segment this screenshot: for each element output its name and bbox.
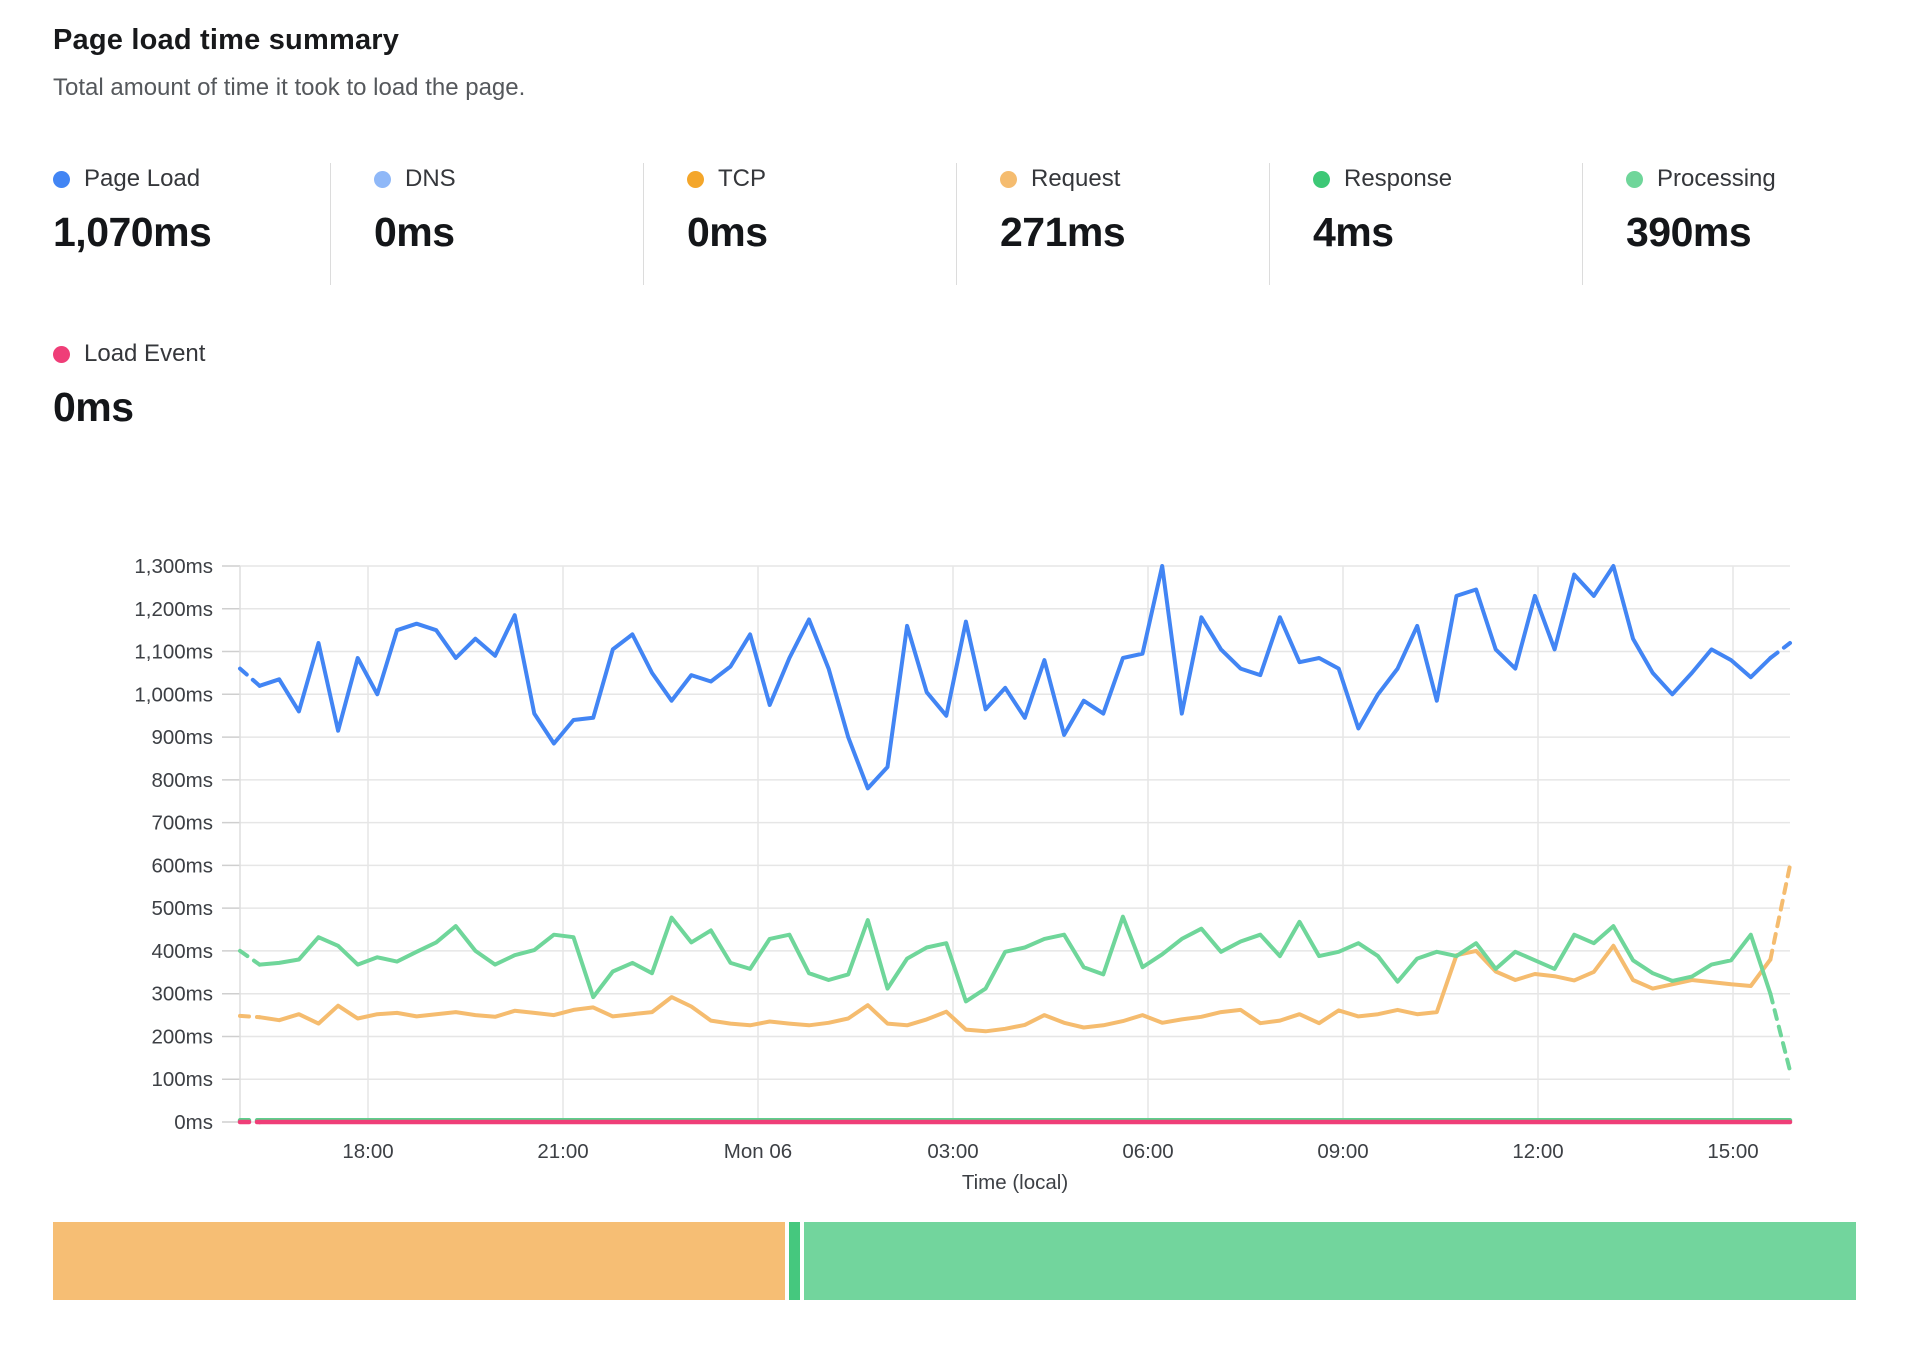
legend-metrics-row: Page Load 1,070ms DNS 0ms TCP 0ms Request 271ms… [53,163,1895,285]
series-line-page-load-projected-start [240,669,260,686]
legend-metric-value: 4ms [1313,209,1582,256]
header: Page load time summary Total amount of t… [53,24,525,102]
breakdown-bar-segment-response[interactable] [789,1222,800,1300]
legend-metric-label: TCP [718,165,766,193]
legend-metric-label: Response [1344,165,1452,193]
series-line-processing-projected-start [240,951,260,965]
y-axis-tick-label: 500ms [151,897,213,920]
legend-metric-label: Request [1031,165,1120,193]
legend-color-dot [374,171,391,188]
y-axis-tick-label: 900ms [151,726,213,749]
legend-color-dot [687,171,704,188]
y-axis-tick-label: 1,200ms [134,598,213,621]
page-load-time-summary-panel: Page load time summary Total amount of t… [0,0,1910,1352]
y-axis-tick-label: 600ms [151,854,213,877]
legend-metric-tcp[interactable]: TCP 0ms [643,163,956,285]
page-title: Page load time summary [53,24,525,57]
y-axis-tick-label: 1,000ms [134,683,213,706]
legend-metric-label: Load Event [84,340,205,368]
legend-metric-value: 0ms [374,209,643,256]
legend-metric-processing[interactable]: Processing 390ms [1582,163,1895,285]
legend-metric-response[interactable]: Response 4ms [1269,163,1582,285]
legend-color-dot [53,346,70,363]
series-line-processing [260,917,1771,1002]
x-axis-tick-label: 03:00 [927,1140,978,1163]
x-axis-title: Time (local) [962,1171,1068,1194]
y-axis-tick-label: 800ms [151,769,213,792]
legend-color-dot [1000,171,1017,188]
x-axis-tick-label: 12:00 [1512,1140,1563,1163]
page-subtitle: Total amount of time it took to load the… [53,74,525,102]
legend-metric-label: DNS [405,165,456,193]
y-axis-tick-label: 400ms [151,940,213,963]
x-axis-tick-label: 06:00 [1122,1140,1173,1163]
legend-metric-value: 390ms [1626,209,1895,256]
y-axis-tick-label: 1,300ms [134,555,213,578]
legend-metric-label: Page Load [84,165,200,193]
legend-metric-dns[interactable]: DNS 0ms [330,163,643,285]
legend-metric-value: 271ms [1000,209,1269,256]
legend-color-dot [1313,171,1330,188]
y-axis-tick-label: 1,100ms [134,641,213,664]
y-axis-tick-label: 700ms [151,812,213,835]
series-line-page-load [260,566,1771,788]
series-line-page-load-projected-end [1770,643,1790,658]
x-axis-tick-label: 21:00 [537,1140,588,1163]
y-axis-tick-label: 0ms [174,1111,213,1134]
legend-color-dot [53,171,70,188]
series-line-request-projected-end [1770,865,1790,959]
series-line-processing-projected-end [1770,994,1790,1071]
legend-color-dot [1626,171,1643,188]
series-line-request-projected-start [240,1016,260,1017]
y-axis-tick-label: 300ms [151,983,213,1006]
breakdown-bar-segment-request[interactable] [53,1222,785,1300]
legend-metric-label: Processing [1657,165,1776,193]
breakdown-bar-segment-processing[interactable] [804,1222,1856,1300]
page-load-time-chart[interactable]: 0ms 100ms 200ms 300ms 400ms 500ms 600ms 700ms 80… [0,430,1910,1220]
x-axis-tick-label: 09:00 [1317,1140,1368,1163]
legend-metric-page-load[interactable]: Page Load 1,070ms [53,163,330,285]
legend-metric-load-event[interactable]: Load Event 0ms [53,338,205,431]
y-axis-tick-label: 200ms [151,1025,213,1048]
legend-metric-request[interactable]: Request 271ms [956,163,1269,285]
legend-metric-value: 1,070ms [53,209,330,256]
legend-metric-value: 0ms [687,209,956,256]
x-axis-tick-label: 18:00 [342,1140,393,1163]
x-axis-tick-label: Mon 06 [724,1140,792,1163]
x-axis-tick-label: 15:00 [1707,1140,1758,1163]
breakdown-bar [53,1222,1856,1300]
legend-metric-value: 0ms [53,384,205,431]
y-axis-tick-label: 100ms [151,1068,213,1091]
